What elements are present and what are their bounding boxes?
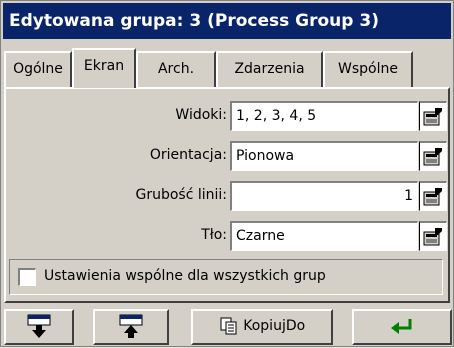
common-settings-checkbox[interactable] bbox=[18, 268, 36, 286]
tab-panel: Widoki: 1, 2, 3, 4, 5 Orientacja: Pionow… bbox=[4, 87, 450, 303]
title-bar: Edytowana grupa: 3 (Process Group 3) bbox=[3, 3, 451, 39]
load-from-device-icon bbox=[119, 314, 143, 338]
tab-ogolne[interactable]: Ogólne bbox=[4, 51, 72, 87]
edit-properties-icon bbox=[423, 108, 442, 126]
grubosc-linii-field[interactable]: 1 bbox=[230, 181, 418, 211]
tab-ekran[interactable]: Ekran bbox=[72, 48, 136, 88]
orientacja-field[interactable]: Pionowa bbox=[230, 141, 418, 171]
copy-to-button[interactable]: KopiujDo bbox=[191, 309, 333, 345]
field-row-orientacja: Orientacja: Pionowa bbox=[6, 141, 447, 171]
edit-tlo-button[interactable] bbox=[419, 221, 447, 251]
field-label: Widoki: bbox=[175, 107, 227, 123]
button-bar: KopiujDo bbox=[1, 309, 454, 348]
edit-grubosc-button[interactable] bbox=[419, 181, 447, 211]
field-row-tlo: Tło: Czarne bbox=[6, 221, 447, 251]
tab-strip: Ogólne Ekran Arch. Zdarzenia Wspólne bbox=[4, 48, 450, 88]
copy-icon bbox=[220, 317, 237, 335]
field-label: Orientacja: bbox=[149, 147, 227, 163]
enter-button[interactable] bbox=[352, 309, 452, 345]
field-label: Tło: bbox=[201, 227, 227, 243]
edit-widoki-button[interactable] bbox=[419, 101, 447, 131]
edit-orientacja-button[interactable] bbox=[419, 141, 447, 171]
edit-properties-icon bbox=[423, 148, 442, 166]
save-to-device-icon bbox=[27, 314, 51, 338]
tab-wspolne[interactable]: Wspólne bbox=[323, 51, 413, 87]
common-settings-label: Ustawienia wspólne dla wszystkich grup bbox=[44, 268, 326, 284]
copy-to-label: KopiujDo bbox=[243, 318, 306, 334]
load-from-device-button[interactable] bbox=[93, 309, 169, 345]
dialog-window: Edytowana grupa: 3 (Process Group 3) Ogó… bbox=[0, 0, 454, 347]
widoki-field[interactable]: 1, 2, 3, 4, 5 bbox=[230, 101, 418, 131]
edit-properties-icon bbox=[423, 228, 442, 246]
field-row-grubosc: Grubość linii: 1 bbox=[6, 181, 447, 211]
tab-zdarzenia[interactable]: Zdarzenia bbox=[216, 51, 323, 87]
enter-arrow-icon bbox=[391, 319, 412, 334]
field-label: Grubość linii: bbox=[135, 187, 227, 203]
field-row-widoki: Widoki: 1, 2, 3, 4, 5 bbox=[6, 101, 447, 131]
tab-arch[interactable]: Arch. bbox=[136, 51, 216, 87]
save-to-device-button[interactable] bbox=[4, 309, 74, 345]
edit-properties-icon bbox=[423, 188, 442, 206]
common-settings-row[interactable]: Ustawienia wspólne dla wszystkich grup bbox=[9, 259, 443, 295]
tlo-field[interactable]: Czarne bbox=[230, 221, 418, 251]
